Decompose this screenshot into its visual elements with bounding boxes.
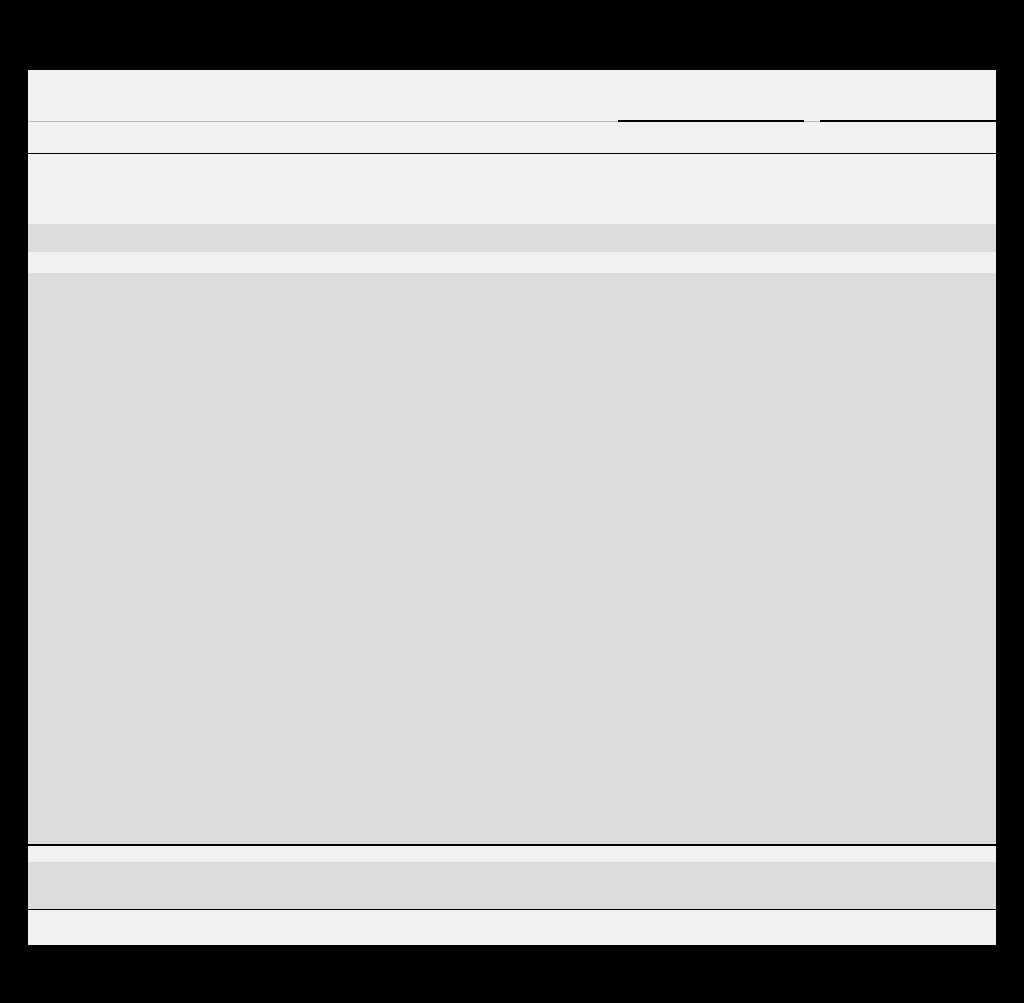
header-strip xyxy=(28,224,996,252)
content-block xyxy=(28,273,996,846)
content-bottom-border xyxy=(28,844,996,846)
main-panel xyxy=(28,70,996,945)
divider-line xyxy=(28,153,996,154)
footer-strip xyxy=(28,862,996,910)
top-bar xyxy=(28,70,996,122)
top-right-indicator-2 xyxy=(820,120,996,122)
top-right-indicator-1 xyxy=(618,120,804,122)
